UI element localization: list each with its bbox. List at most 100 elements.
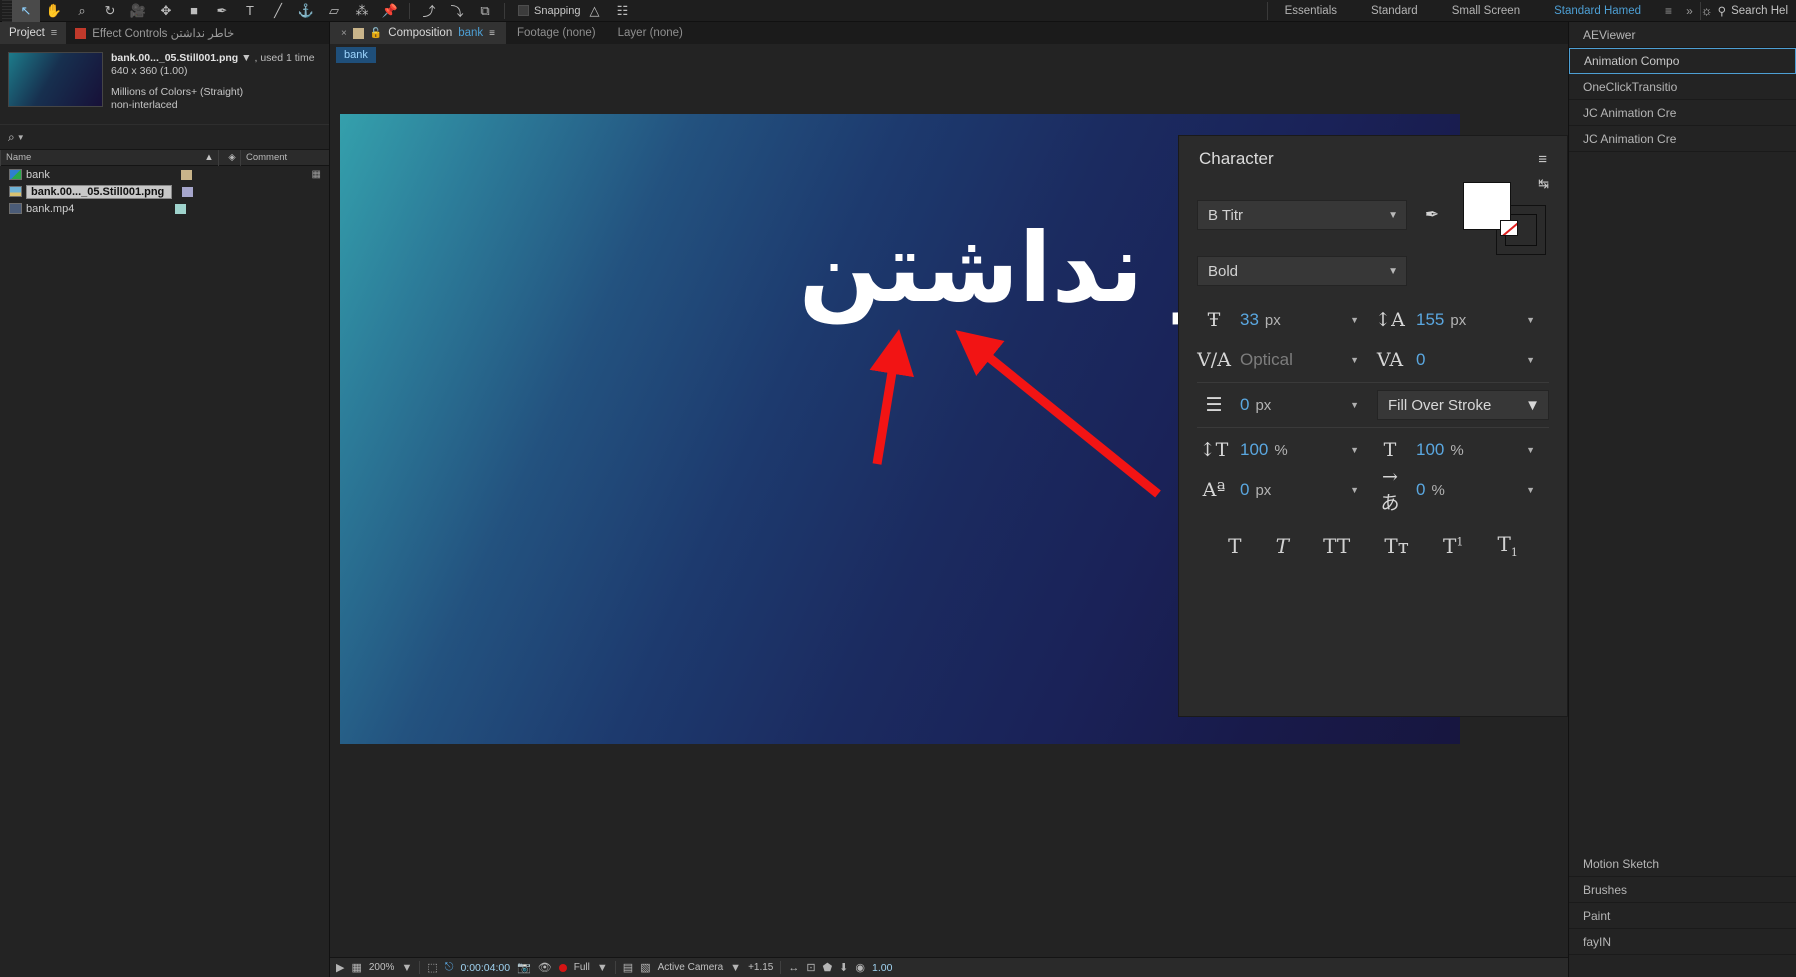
dock-item-3[interactable]: JC Animation Cre [1569,100,1796,126]
tab-layer[interactable]: Layer (none) [607,22,694,44]
close-icon[interactable]: × [341,28,347,39]
resolution-value[interactable]: Full [574,962,590,973]
stroke-width-value[interactable]: 0 [1240,395,1249,415]
list-item[interactable]: bank ▦ [0,166,329,183]
anchor-tool-icon[interactable]: ⤴ [415,0,443,22]
snapshot-icon[interactable]: 📷 [517,961,531,974]
workspace-standard-hamed[interactable]: Standard Hamed [1537,0,1658,22]
breadcrumb[interactable]: bank [336,47,376,63]
toolbar-grip[interactable] [2,0,12,22]
exposure-value[interactable]: +1.15 [748,962,773,973]
chevron-down-icon[interactable]: ▼ [401,962,412,974]
chevron-down-icon[interactable]: ▼ [1388,210,1398,221]
dock-item-1[interactable]: Animation Compo [1569,48,1796,74]
shape-tool-icon[interactable]: ■ [180,0,208,22]
fps-value[interactable]: 1.00 [872,962,892,974]
chevron-down-icon[interactable]: ▼ [1350,400,1359,410]
horizontal-scale-field[interactable]: T 100 % ▼ [1373,439,1549,461]
leading-field[interactable]: ↕A 155 px ▼ [1373,309,1549,331]
pen-tool-icon[interactable]: ✒ [208,0,236,22]
rotation-tool-icon[interactable]: ↻ [96,0,124,22]
dock-bottom-item-0[interactable]: Motion Sketch [1569,851,1796,877]
all-caps-button[interactable]: TT [1323,534,1350,558]
render-icon[interactable]: ▶ [336,961,344,974]
zoom-tool-icon[interactable]: ⌕ [68,0,96,22]
column-comment[interactable]: Comment [240,149,329,166]
snapping-checkbox[interactable] [518,5,529,16]
search-help-area[interactable]: ☼ ⚲ Search Hel [1701,3,1796,18]
roto-brush-tool-icon[interactable]: ⁂ [348,0,376,22]
snapping-control[interactable]: Snapping [518,5,581,17]
workspace-menu-icon[interactable]: ≡ [1658,4,1679,18]
fill-stroke-order-select[interactable]: Fill Over Stroke ▼ [1377,390,1549,420]
font-size-value[interactable]: 33 [1240,310,1259,330]
tab-project[interactable]: Project ≡ [0,22,67,44]
pan-behind-tool-icon[interactable]: ✥ [152,0,180,22]
snap-align-icon[interactable]: △ [581,0,609,22]
font-style-select[interactable]: Bold ▼ [1197,256,1407,286]
dock-item-4[interactable]: JC Animation Cre [1569,126,1796,152]
dock-bottom-item-1[interactable]: Brushes [1569,877,1796,903]
chevron-down-icon[interactable]: ▼ [1350,485,1359,495]
small-caps-button[interactable]: Tᴛ [1384,534,1408,558]
font-family-select[interactable]: B Titr ▼ [1197,200,1407,230]
chevron-down-icon[interactable]: ▼ [1350,445,1359,455]
label-swatch[interactable] [182,186,193,197]
home-screen-icon[interactable]: ☼ [1701,3,1713,18]
puppet-pin-tool-icon[interactable]: 📌 [376,0,404,22]
chevron-down-icon[interactable]: ▼ [1526,315,1535,325]
tab-effect-controls[interactable]: Effect Controls خاطر نداشتن [66,22,243,44]
active-camera-label[interactable]: Active Camera [658,962,724,973]
tab-footage[interactable]: Footage (none) [506,22,607,44]
workspace-more-icon[interactable]: » [1679,4,1700,18]
chevron-down-icon[interactable]: ▼ [1526,485,1535,495]
camera-tool-icon[interactable]: 🎥 [124,0,152,22]
guide-icon[interactable]: ⊡ [806,961,815,974]
label-tag-icon[interactable]: ◈ [218,149,240,166]
label-swatch[interactable] [180,169,192,180]
dock-item-0[interactable]: AEViewer [1569,22,1796,48]
tsume-value[interactable]: 0 [1416,480,1425,500]
subscript-button[interactable]: T1 [1498,532,1518,559]
show-snapshot-icon[interactable]: 👁 [538,961,552,974]
stroke-width-field[interactable]: ☰ 0 px ▼ [1197,394,1373,416]
list-item[interactable]: bank.mp4 [0,200,329,217]
kerning-value[interactable]: Optical [1240,350,1293,370]
dock-bottom-item-2[interactable]: Paint [1569,903,1796,929]
snap-grid-icon[interactable]: ☷ [609,0,637,22]
horizontal-scale-value[interactable]: 100 [1416,440,1444,460]
workspace-small-screen[interactable]: Small Screen [1435,0,1537,22]
chevron-down-icon[interactable]: ▼ [1350,355,1359,365]
clone-stamp-tool-icon[interactable]: ⚓ [292,0,320,22]
item-filename-caret[interactable]: ▼ [241,52,251,64]
type-tool-icon[interactable]: T [236,0,264,22]
font-size-field[interactable]: Ŧ 33 px ▼ [1197,309,1373,331]
record-indicator-icon[interactable] [558,963,567,972]
tab-composition[interactable]: × 🔓 Composition bank ≡ [330,22,506,44]
chevron-down-icon[interactable]: ▼ [597,962,608,974]
dock-item-2[interactable]: OneClickTransitio [1569,74,1796,100]
selection-tool-icon[interactable]: ↖ [12,0,40,22]
dock-bottom-item-3[interactable]: fayIN [1569,929,1796,955]
search-icon[interactable]: ⚲ [1718,4,1726,18]
align-tool-icon[interactable]: ⧉ [471,0,499,22]
superscript-button[interactable]: T1 [1443,534,1463,558]
exposure-icon[interactable]: ⬇ [839,961,848,974]
sort-caret-icon[interactable]: ▲ [200,152,218,163]
chevron-down-icon[interactable]: ▼ [1350,315,1359,325]
baseline-shift-field[interactable]: Aª 0 px ▼ [1197,479,1373,501]
eraser-tool-icon[interactable]: ▱ [320,0,348,22]
ruler-icon[interactable]: ↔ [788,962,799,974]
tracking-field[interactable]: VA 0 ▼ [1373,349,1549,371]
chevron-down-icon[interactable]: ▼ [730,962,741,974]
current-timecode[interactable]: 0:00:04:00 [460,962,510,974]
project-search-row[interactable]: ⌕ ▼ [0,124,329,150]
kerning-field[interactable]: V/A Optical ▼ [1197,349,1373,371]
label-swatch[interactable] [175,203,186,214]
project-search-caret[interactable]: ▼ [17,133,25,142]
region-of-interest-icon[interactable]: ⬚ [427,961,437,974]
lock-icon[interactable]: 🔓 [370,28,382,39]
faux-italic-button[interactable]: T [1276,534,1289,558]
leading-value[interactable]: 155 [1416,310,1444,330]
eyedropper-icon[interactable]: ✒ [1417,205,1447,225]
